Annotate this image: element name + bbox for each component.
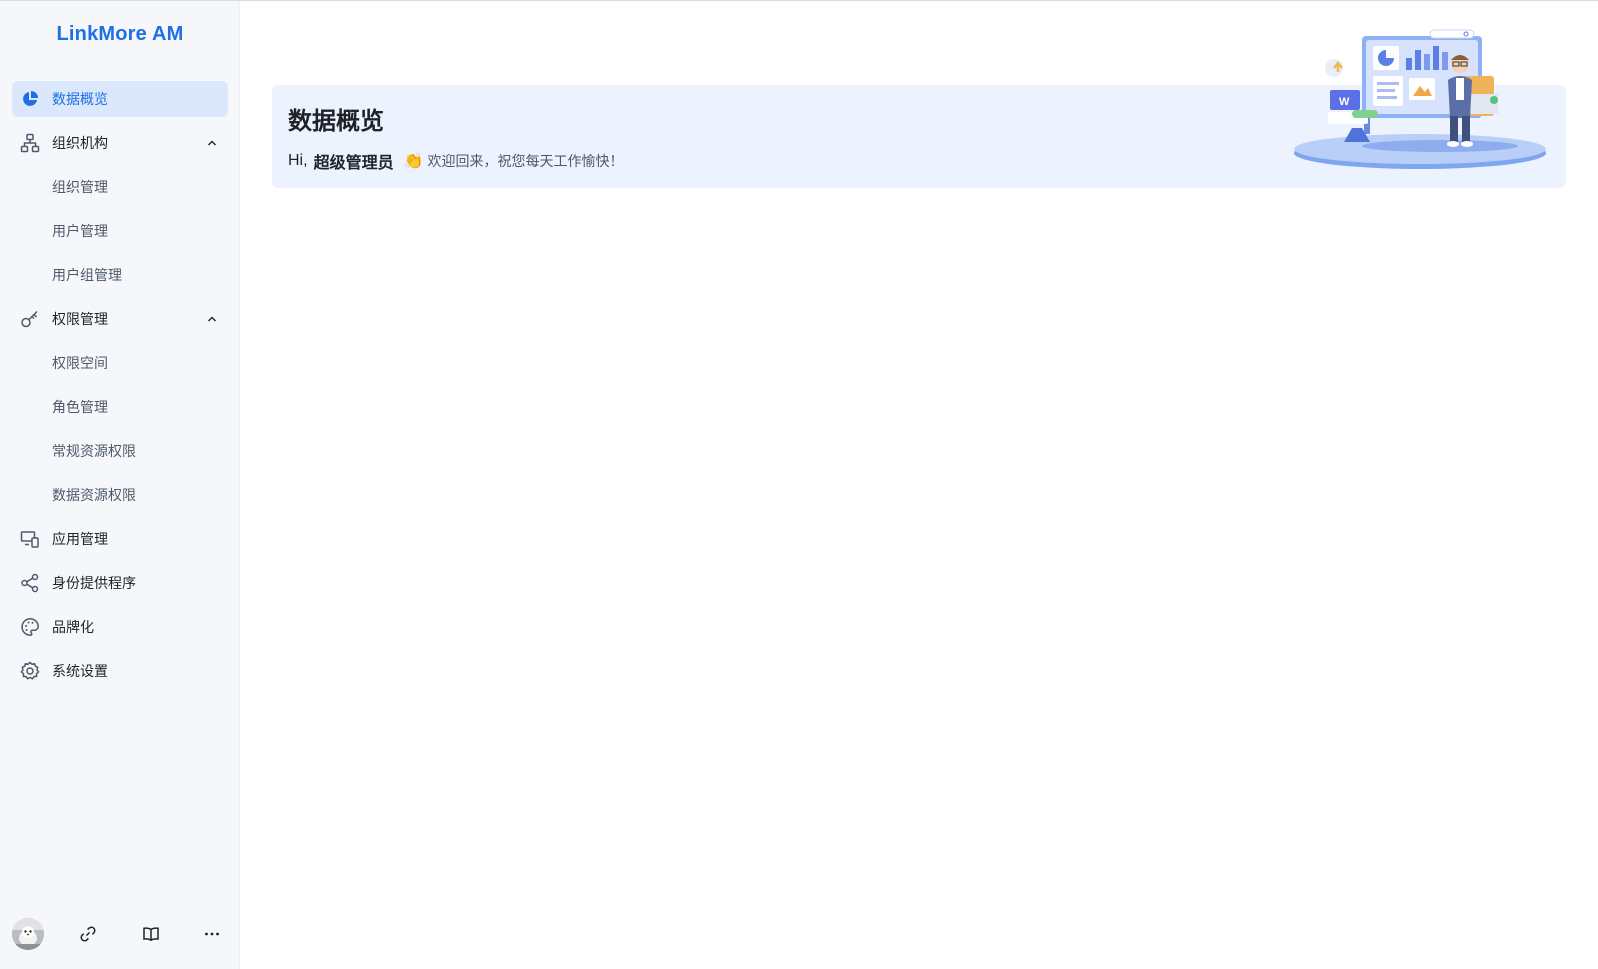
sidebar-item-label: 身份提供程序	[52, 575, 136, 591]
greeting-prefix: Hi,	[288, 152, 308, 169]
link-icon[interactable]	[76, 922, 100, 946]
chevron-up-icon	[204, 135, 220, 151]
sidebar-bottom-bar	[0, 905, 240, 969]
book-icon[interactable]	[139, 922, 163, 946]
chevron-up-icon	[204, 311, 220, 327]
sidebar-item-label: 组织机构	[52, 135, 108, 151]
app-logo[interactable]: LinkMore AM	[0, 23, 240, 46]
sidebar-item-label: 常规资源权限	[52, 443, 136, 459]
sidebar-group-permissions[interactable]: 权限管理	[12, 301, 228, 337]
org-tree-icon	[20, 133, 40, 153]
sidebar-item-label: 组织管理	[52, 179, 108, 195]
pie-chart-icon	[20, 89, 40, 109]
clap-emoji: 👏	[403, 153, 424, 170]
sidebar-item-label: 权限管理	[52, 311, 108, 327]
sidebar-item-role-management[interactable]: 角色管理	[12, 389, 228, 425]
sidebar-item-org-management[interactable]: 组织管理	[12, 169, 228, 205]
sidebar-item-usergroup-management[interactable]: 用户组管理	[12, 257, 228, 293]
sidebar: LinkMore AM 数据概览 组织机构 组织管理 用户管理 用户组管理 权限…	[0, 1, 240, 969]
key-icon	[20, 309, 40, 329]
sidebar-item-label: 角色管理	[52, 399, 108, 415]
sidebar-item-data-resource-permissions[interactable]: 数据资源权限	[12, 477, 228, 513]
welcome-message: 欢迎回来，祝您每天工作愉快！	[427, 153, 624, 169]
sidebar-item-label: 品牌化	[52, 619, 94, 635]
sidebar-item-system-settings[interactable]: 系统设置	[12, 653, 228, 689]
app-devices-icon	[20, 529, 40, 549]
dashboard-illustration: W	[1290, 28, 1550, 176]
sidebar-item-label: 数据资源权限	[52, 487, 136, 503]
sidebar-item-label: 系统设置	[52, 663, 108, 679]
sidebar-item-user-management[interactable]: 用户管理	[12, 213, 228, 249]
sidebar-item-label: 用户组管理	[52, 267, 122, 283]
gear-icon	[20, 661, 40, 681]
more-icon[interactable]	[200, 922, 224, 946]
sidebar-item-overview[interactable]: 数据概览	[12, 81, 228, 117]
svg-text:W: W	[1339, 96, 1350, 108]
sidebar-item-label: 数据概览	[52, 91, 108, 107]
sidebar-item-app-management[interactable]: 应用管理	[12, 521, 228, 557]
page-title: 数据概览	[288, 108, 384, 135]
palette-icon	[20, 617, 40, 637]
sidebar-item-label: 用户管理	[52, 223, 108, 239]
greeting: Hi, 超级管理员 👏 欢迎回来，祝您每天工作愉快！	[288, 149, 624, 173]
sidebar-group-organization[interactable]: 组织机构	[12, 125, 228, 161]
share-nodes-icon	[20, 573, 40, 593]
sidebar-item-permission-space[interactable]: 权限空间	[12, 345, 228, 381]
avatar[interactable]	[12, 918, 44, 950]
sidebar-item-general-resource-permissions[interactable]: 常规资源权限	[12, 433, 228, 469]
sidebar-item-identity-providers[interactable]: 身份提供程序	[12, 565, 228, 601]
sidebar-item-branding[interactable]: 品牌化	[12, 609, 228, 645]
sidebar-item-label: 权限空间	[52, 355, 108, 371]
sidebar-item-label: 应用管理	[52, 531, 108, 547]
user-name: 超级管理员	[313, 155, 394, 172]
